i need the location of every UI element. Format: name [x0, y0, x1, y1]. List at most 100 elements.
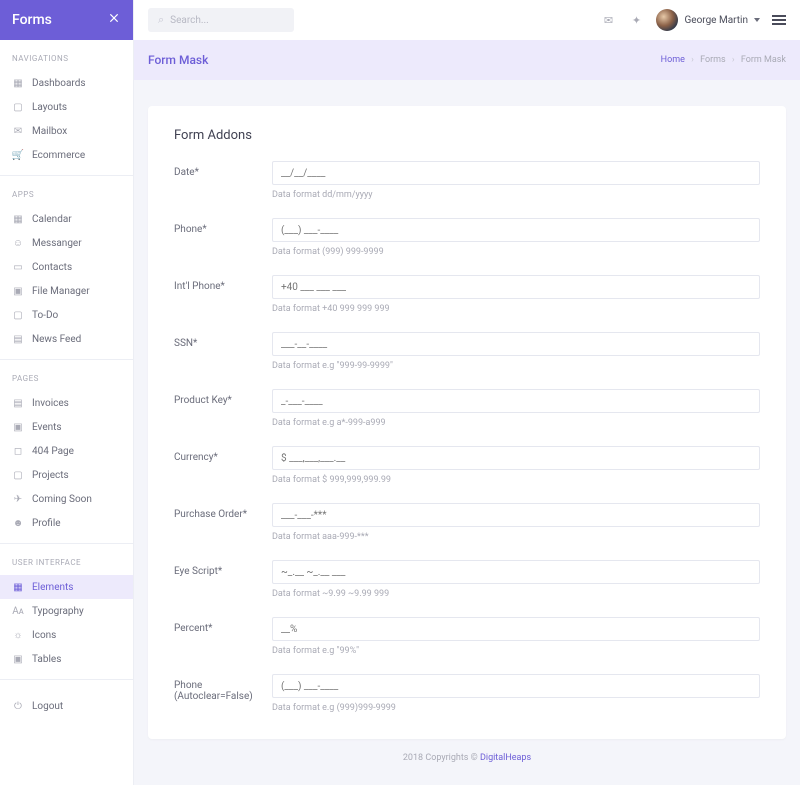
sidebar-item-layouts[interactable]: ▢Layouts: [0, 95, 133, 119]
sidebar-item-newsfeed[interactable]: ▤News Feed: [0, 327, 133, 351]
collapse-icon[interactable]: [107, 11, 121, 29]
sidebar-item-projects[interactable]: ▢ Projects: [0, 463, 133, 487]
page-title: Form Mask: [148, 53, 208, 67]
content: Form Addons Date* Data format dd/mm/yyyy…: [134, 80, 800, 785]
sidebar-item-mailbox[interactable]: ✉Mailbox: [0, 119, 133, 143]
footer: 2018 Copyrights © DigitalHeaps: [148, 739, 786, 767]
crumb-home[interactable]: Home: [661, 55, 685, 65]
crumb-forms: Forms: [700, 55, 726, 65]
sidebar-item-icons[interactable]: ☼Icons: [0, 623, 133, 647]
purchase-order-input[interactable]: [272, 503, 760, 527]
product-key-input[interactable]: [272, 389, 760, 413]
sidebar-item-invoices[interactable]: ▤Invoices: [0, 391, 133, 415]
sidebar-item-typography[interactable]: Aᴀ Typography: [0, 599, 133, 623]
footer-link[interactable]: DigitalHeaps: [480, 753, 531, 763]
topbar: ⌕ ✉ ✦ George Martin: [134, 0, 800, 40]
nav-label: Logout: [32, 701, 63, 712]
page-header: Form Mask Home › Forms › Form Mask: [134, 40, 800, 80]
currency-input[interactable]: [272, 446, 760, 470]
nav-label: News Feed: [32, 334, 81, 345]
sidebar-item-events[interactable]: ▣Events: [0, 415, 133, 439]
nav-label: Mailbox: [32, 126, 67, 137]
nav-heading: NAVIGATIONS: [0, 54, 133, 71]
nav-label: Profile: [32, 518, 61, 529]
sidebar-item-comingsoon[interactable]: ✈ Coming Soon: [0, 487, 133, 511]
field-label: Int'l Phone*: [174, 275, 272, 292]
field-label: Product Key*: [174, 389, 272, 406]
ssn-input[interactable]: [272, 332, 760, 356]
nav-label: Tables: [32, 654, 61, 665]
nav-label: Typography: [32, 606, 84, 617]
folder-icon: ▣: [12, 285, 24, 297]
nav-heading: USER INTERFACE: [0, 558, 133, 575]
field-helper: Data format e.g a*-999-a999: [272, 418, 760, 428]
chevron-down-icon: [754, 18, 760, 22]
sidebar-item-tables[interactable]: ▣ Tables: [0, 647, 133, 671]
projects-icon: ▢: [12, 469, 24, 481]
nav-section-ui: USER INTERFACE ▦Elements Aᴀ Typography ☼I…: [0, 544, 133, 671]
sidebar-item-todo[interactable]: ▢To-Do: [0, 303, 133, 327]
field-helper: Data format e.g "99%": [272, 646, 760, 656]
field-label: Phone (Autoclear=False): [174, 674, 272, 702]
nav-label: Projects: [32, 470, 69, 481]
sidebar-item-logout[interactable]: ⏻Logout: [0, 694, 133, 718]
nav-heading: APPS: [0, 190, 133, 207]
nav-label: Messanger: [32, 238, 82, 249]
field-purchase-order: Purchase Order* Data format aaa-999-***: [174, 503, 760, 542]
breadcrumb: Home › Forms › Form Mask: [661, 55, 786, 65]
menu-toggle-icon[interactable]: [772, 13, 786, 28]
field-ssn: SSN* Data format e.g "999-99-9999": [174, 332, 760, 371]
search-box[interactable]: ⌕: [148, 8, 294, 32]
cart-icon: 🛒: [12, 149, 24, 161]
phone-noclear-input[interactable]: [272, 674, 760, 698]
nav-label: 404 Page: [32, 446, 74, 457]
layouts-icon: ▢: [12, 101, 24, 113]
crumb-sep: ›: [732, 55, 735, 65]
sidebar-item-profile[interactable]: ☻Profile: [0, 511, 133, 535]
sidebar-item-filemanager[interactable]: ▣File Manager: [0, 279, 133, 303]
grid-icon: ▦: [12, 581, 24, 593]
intl-phone-input[interactable]: [272, 275, 760, 299]
field-product-key: Product Key* Data format e.g a*-999-a999: [174, 389, 760, 428]
field-currency: Currency* Data format $ 999,999,999.99: [174, 446, 760, 485]
error-icon: ◻: [12, 445, 24, 457]
nav-label: Coming Soon: [32, 494, 92, 505]
search-icon: ⌕: [158, 13, 164, 27]
footer-text: 2018 Copyrights ©: [403, 753, 480, 763]
sidebar-item-dashboards[interactable]: ▦Dashboards: [0, 71, 133, 95]
eye-script-input[interactable]: [272, 560, 760, 584]
clipboard-icon: ▢: [12, 309, 24, 321]
sidebar-item-ecommerce[interactable]: 🛒Ecommerce: [0, 143, 133, 167]
search-input[interactable]: [170, 15, 284, 26]
table-icon: ▣: [12, 653, 24, 665]
user-menu[interactable]: George Martin: [656, 9, 760, 31]
field-eye-script: Eye Script* Data format ~9.99 ~9.99 999: [174, 560, 760, 599]
brand-title: Forms: [12, 12, 52, 28]
rocket-icon: ✈: [12, 493, 24, 505]
field-phone-noclear: Phone (Autoclear=False) Data format e.g …: [174, 674, 760, 713]
calendar-icon: ▦: [12, 213, 24, 225]
mail-icon[interactable]: ✉: [600, 12, 616, 28]
sidebar-item-calendar[interactable]: ▦ Calendar: [0, 207, 133, 231]
sidebar-item-elements[interactable]: ▦Elements: [0, 575, 133, 599]
percent-input[interactable]: [272, 617, 760, 641]
nav-label: Calendar: [32, 214, 72, 225]
field-phone: Phone* Data format (999) 999-9999: [174, 218, 760, 257]
contacts-icon: ▭: [12, 261, 24, 273]
field-label: Date*: [174, 161, 272, 178]
type-icon: Aᴀ: [12, 605, 24, 617]
sidebar-item-contacts[interactable]: ▭Contacts: [0, 255, 133, 279]
phone-input[interactable]: [272, 218, 760, 242]
field-helper: Data format aaa-999-***: [272, 532, 760, 542]
main-area: ⌕ ✉ ✦ George Martin Form Mask Home › For…: [134, 0, 800, 785]
sidebar-item-messanger[interactable]: ☺Messanger: [0, 231, 133, 255]
date-input[interactable]: [272, 161, 760, 185]
avatar: [656, 9, 678, 31]
bell-icon[interactable]: ✦: [628, 12, 644, 28]
sidebar-item-404[interactable]: ◻ 404 Page: [0, 439, 133, 463]
nav-section-pages: PAGES ▤Invoices ▣Events ◻404 Page ▢Proje…: [0, 360, 133, 535]
crumb-current: Form Mask: [741, 55, 786, 65]
sidebar: Forms NAVIGATIONS ▦Dashboards ▢Layouts ✉…: [0, 0, 134, 785]
nav-label: Invoices: [32, 398, 69, 409]
field-helper: Data format (999) 999-9999: [272, 247, 760, 257]
